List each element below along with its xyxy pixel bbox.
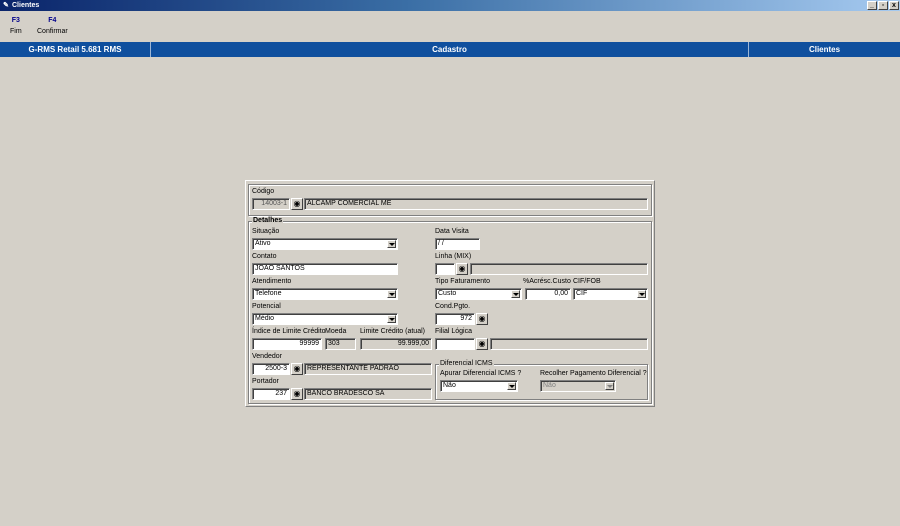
- contato-input[interactable]: JOAO SANTOS: [252, 263, 398, 275]
- vendedor-label: Vendedor: [252, 353, 282, 360]
- situacao-label: Situação: [252, 228, 280, 235]
- chevron-down-icon[interactable]: [511, 290, 520, 298]
- moeda-label: Moeda: [325, 328, 347, 335]
- limite-label: Limite Crédito (atual): [360, 328, 425, 335]
- apurar-icms-label: Apurar Diferencial ICMS ?: [440, 370, 522, 377]
- apurar-icms-value: Não: [443, 382, 456, 389]
- indice-input[interactable]: 99999: [252, 338, 322, 350]
- chevron-down-icon[interactable]: [637, 290, 646, 298]
- limite-field: 99.999,00: [360, 338, 432, 350]
- atendimento-select[interactable]: Telefone: [252, 288, 398, 300]
- recolher-pagamento-label: Recolher Pagamento Diferencial ?: [540, 370, 647, 377]
- data-visita-input[interactable]: / /: [435, 238, 480, 250]
- window-title: Clientes: [12, 2, 40, 9]
- indice-label: Índice de Limite Crédito: [252, 328, 326, 335]
- tipo-faturamento-label: Tipo Faturamento: [435, 278, 490, 285]
- binoculars-icon[interactable]: ◉: [476, 338, 488, 350]
- diferencial-icms-legend: Diferencial ICMS: [439, 360, 494, 367]
- data-visita-label: Data Visita: [435, 228, 469, 235]
- portador-label: Portador: [252, 378, 279, 385]
- linha-input[interactable]: [435, 263, 455, 275]
- cif-fob-value: CIF: [576, 290, 588, 297]
- restore-button[interactable]: ▫: [878, 1, 888, 10]
- razao-social-field: ALCAMP COMERCIAL ME: [304, 198, 648, 210]
- vendedor-name-field: REPRESENTANTE PADRAO: [304, 363, 432, 375]
- window-title-bar: ✎ Clientes _ ▫ x: [0, 0, 900, 11]
- filial-logica-label: Filial Lógica: [435, 328, 472, 335]
- vendedor-code-input[interactable]: 2500-3: [252, 363, 290, 375]
- detalhes-legend: Detalhes: [252, 217, 284, 224]
- linha-label: Linha (MIX): [435, 253, 472, 260]
- situacao-value: Ativo: [255, 240, 271, 247]
- linha-desc-field: [470, 263, 648, 275]
- binoculars-icon[interactable]: ◉: [291, 363, 303, 375]
- cond-pgto-input[interactable]: 972: [435, 313, 475, 325]
- chevron-down-icon[interactable]: [507, 382, 516, 390]
- codigo-label: Código: [252, 188, 275, 195]
- chevron-down-icon[interactable]: [387, 315, 396, 323]
- moeda-field: 303: [325, 338, 356, 350]
- acresc-custo-input[interactable]: 0,00: [525, 288, 571, 300]
- chevron-down-icon[interactable]: [387, 240, 396, 248]
- header-system: G-RMS Retail 5.681 RMS: [28, 45, 122, 54]
- potencial-value: Médio: [255, 315, 275, 322]
- situacao-select[interactable]: Ativo: [252, 238, 398, 250]
- acresc-custo-label: %Acrésc.Custo: [523, 278, 571, 285]
- potencial-select[interactable]: Médio: [252, 313, 398, 325]
- module-header: G-RMS Retail 5.681 RMS Cadastro Clientes: [0, 42, 900, 57]
- portador-name-field: BANCO BRADESCO SA: [304, 388, 432, 400]
- f3-label: Fim: [10, 28, 22, 35]
- filial-logica-desc-field: [490, 338, 648, 350]
- header-module: Cadastro: [432, 45, 467, 54]
- codigo-field[interactable]: 14003-1: [252, 198, 290, 210]
- cif-fob-label: CIF/FOB: [573, 278, 601, 285]
- potencial-label: Potencial: [252, 303, 281, 310]
- apurar-icms-select[interactable]: Não: [440, 380, 518, 392]
- cif-fob-select[interactable]: CIF: [573, 288, 648, 300]
- f4-confirmar-button[interactable]: F4 Confirmar: [37, 17, 68, 35]
- binoculars-icon[interactable]: ◉: [291, 198, 303, 210]
- recolher-pagamento-select: Não: [540, 380, 616, 392]
- app-icon: ✎: [3, 2, 9, 9]
- portador-code-input[interactable]: 237: [252, 388, 290, 400]
- atendimento-value: Telefone: [255, 290, 282, 297]
- tipo-faturamento-value: Custo: [438, 290, 457, 297]
- binoculars-icon[interactable]: ◉: [291, 388, 303, 400]
- chevron-down-icon: [605, 382, 614, 390]
- recolher-pagamento-value: Não: [543, 382, 556, 389]
- f3-key: F3: [11, 17, 20, 24]
- contato-label: Contato: [252, 253, 277, 260]
- filial-logica-input[interactable]: [435, 338, 475, 350]
- f4-key: F4: [48, 17, 57, 24]
- atendimento-label: Atendimento: [252, 278, 292, 285]
- f3-fim-button[interactable]: F3 Fim: [10, 17, 22, 35]
- f4-label: Confirmar: [37, 28, 68, 35]
- cond-pgto-label: Cond.Pgto.: [435, 303, 471, 310]
- tipo-faturamento-select[interactable]: Custo: [435, 288, 522, 300]
- minimize-button[interactable]: _: [867, 1, 877, 10]
- binoculars-icon[interactable]: ◉: [476, 313, 488, 325]
- binoculars-icon[interactable]: ◉: [456, 263, 468, 275]
- chevron-down-icon[interactable]: [387, 290, 396, 298]
- close-button[interactable]: x: [889, 1, 899, 10]
- cliente-form-panel: Código 14003-1 ◉ ALCAMP COMERCIAL ME Det…: [245, 180, 655, 407]
- header-screen: Clientes: [808, 45, 841, 54]
